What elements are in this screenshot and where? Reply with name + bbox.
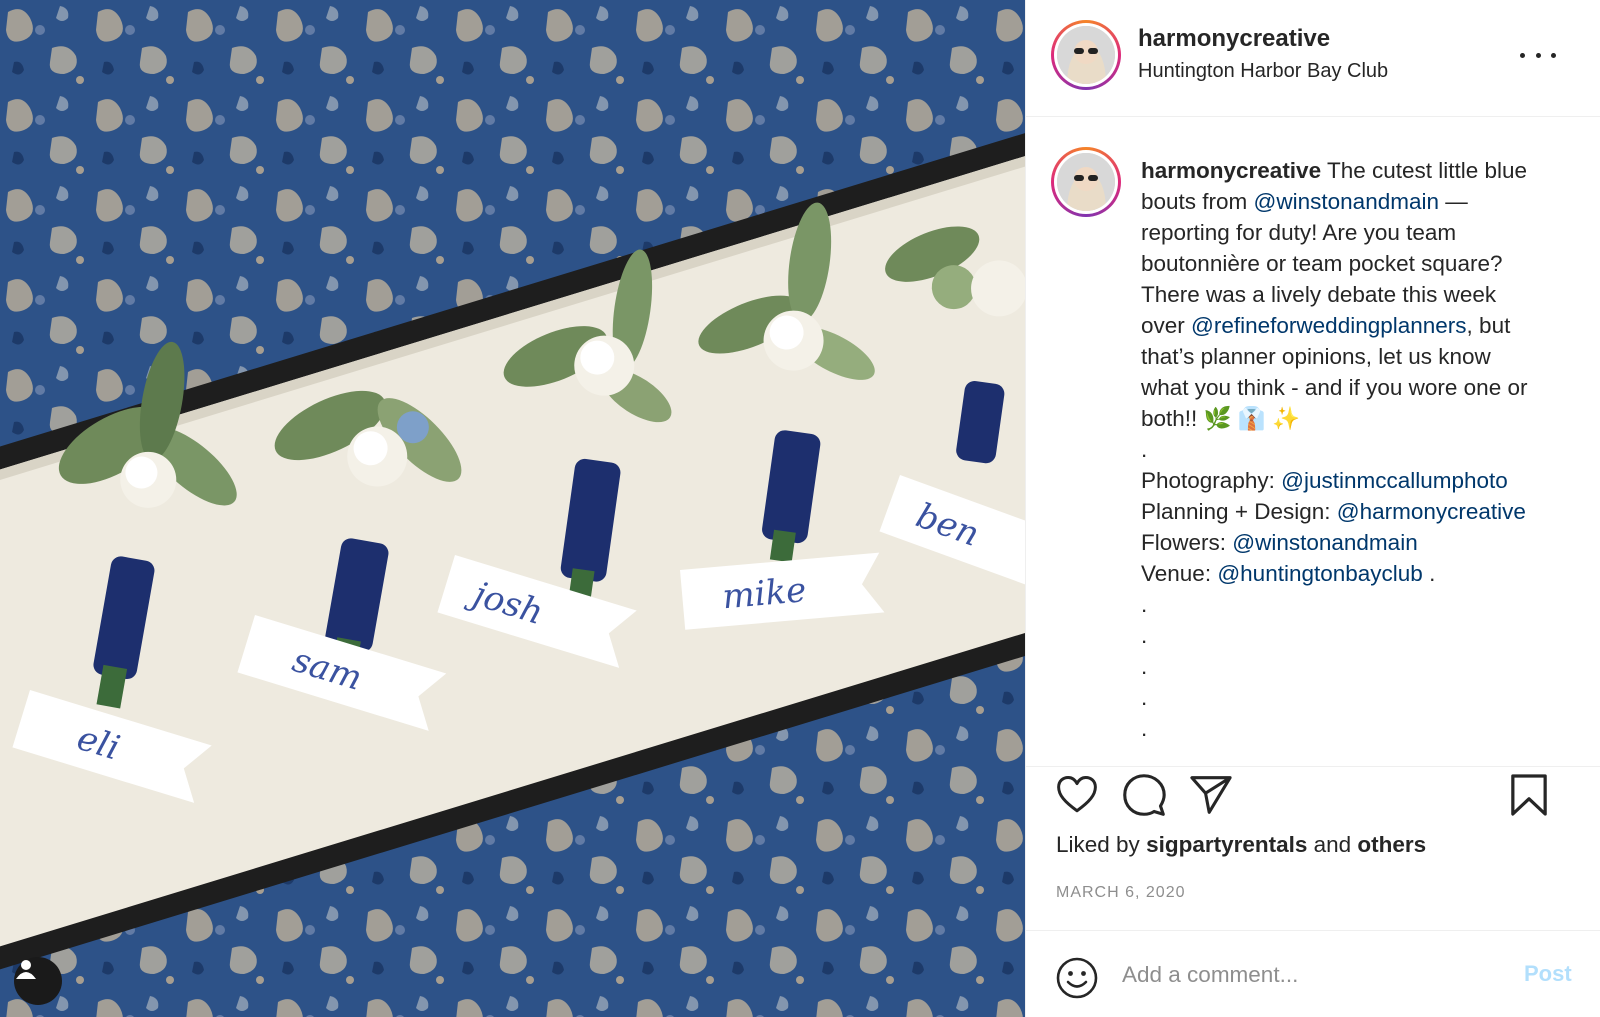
header-location[interactable]: Huntington Harbor Bay Club — [1138, 60, 1388, 83]
share-button[interactable] — [1189, 775, 1233, 820]
mention-link[interactable]: @justinmccallumphoto — [1281, 468, 1508, 493]
caption-dot: . — [1141, 685, 1148, 710]
comment-bar: Post — [1026, 930, 1600, 1017]
caption-dot: . — [1141, 623, 1148, 648]
credit-label: Flowers: — [1141, 530, 1233, 555]
tagged-users-button[interactable] — [14, 957, 62, 1005]
caption-dot: . — [1141, 437, 1148, 462]
caption-line: boutonnière or team pocket square? — [1141, 251, 1503, 276]
mention-link[interactable]: @huntingtonbayclub — [1217, 561, 1423, 586]
comment-icon — [1123, 774, 1166, 816]
post-photo[interactable]: eli sam josh mike ben — [0, 0, 1025, 1017]
paper-plane-icon — [1190, 776, 1232, 814]
caption-line: bouts from — [1141, 189, 1254, 214]
action-bar — [1026, 767, 1600, 827]
credit-label: Planning + Design: — [1141, 499, 1337, 524]
avatar-photo — [1057, 153, 1115, 211]
caption-dot: . — [1141, 654, 1148, 679]
caption-avatar[interactable] — [1051, 147, 1121, 217]
emoji-button[interactable] — [1056, 957, 1098, 1004]
caption-line: what you think - and if you wore one or — [1141, 375, 1528, 400]
avatar-photo — [1057, 26, 1115, 84]
caption-line: that’s planner opinions, let us know — [1141, 344, 1491, 369]
more-options-icon[interactable] — [1520, 40, 1556, 70]
caption-area: harmonycreative The cutest little blue b… — [1026, 117, 1600, 767]
tag-mike: mike — [721, 570, 808, 617]
mention-link[interactable]: @harmonycreative — [1337, 499, 1526, 524]
liker-username[interactable]: sigpartyrentals — [1146, 832, 1307, 857]
heart-icon — [1057, 776, 1097, 813]
caption-username[interactable]: harmonycreative — [1141, 158, 1321, 183]
caption-text: harmonycreative The cutest little blue b… — [1141, 155, 1581, 744]
comment-button[interactable] — [1122, 773, 1166, 822]
header-avatar[interactable] — [1051, 20, 1121, 90]
post-comment-button[interactable]: Post — [1524, 961, 1572, 987]
caption-line: , but — [1466, 313, 1511, 338]
credit-label: . — [1422, 561, 1436, 586]
caption-line: The cutest little blue — [1326, 158, 1528, 183]
credit-label: Venue: — [1141, 561, 1218, 586]
post-details-panel: harmonycreative Huntington Harbor Bay Cl… — [1025, 0, 1600, 1017]
caption-line: — — [1439, 189, 1468, 214]
mention-link[interactable]: @winstonandmain — [1254, 189, 1439, 214]
boutonniere-photo: eli sam josh mike ben — [0, 0, 1025, 1017]
likes-middle: and — [1307, 832, 1358, 857]
likes-prefix: Liked by — [1056, 832, 1147, 857]
like-button[interactable] — [1056, 775, 1098, 820]
caption-line: There was a lively debate this week — [1141, 282, 1497, 307]
comment-input[interactable] — [1122, 953, 1492, 997]
post-date[interactable]: MARCH 6, 2020 — [1056, 884, 1186, 902]
post-header: harmonycreative Huntington Harbor Bay Cl… — [1026, 0, 1600, 117]
mention-link[interactable]: @winstonandmain — [1232, 530, 1417, 555]
caption-dot: . — [1141, 716, 1148, 741]
person-icon — [16, 960, 36, 979]
credit-label: Photography: — [1141, 468, 1282, 493]
caption-line: both!! 🌿 👔 ✨ — [1141, 406, 1301, 431]
likes-summary: Liked by sigpartyrentals and others — [1056, 832, 1426, 858]
header-username[interactable]: harmonycreative — [1138, 25, 1330, 53]
caption-line: over — [1141, 313, 1192, 338]
caption-dot: . — [1141, 592, 1148, 617]
smiley-icon — [1056, 957, 1098, 999]
caption-line: reporting for duty! Are you team — [1141, 220, 1457, 245]
mention-link[interactable]: @refineforweddingplanners — [1191, 313, 1467, 338]
bookmark-icon — [1511, 774, 1547, 816]
save-button[interactable] — [1510, 773, 1548, 822]
likes-others-link[interactable]: others — [1357, 832, 1426, 857]
